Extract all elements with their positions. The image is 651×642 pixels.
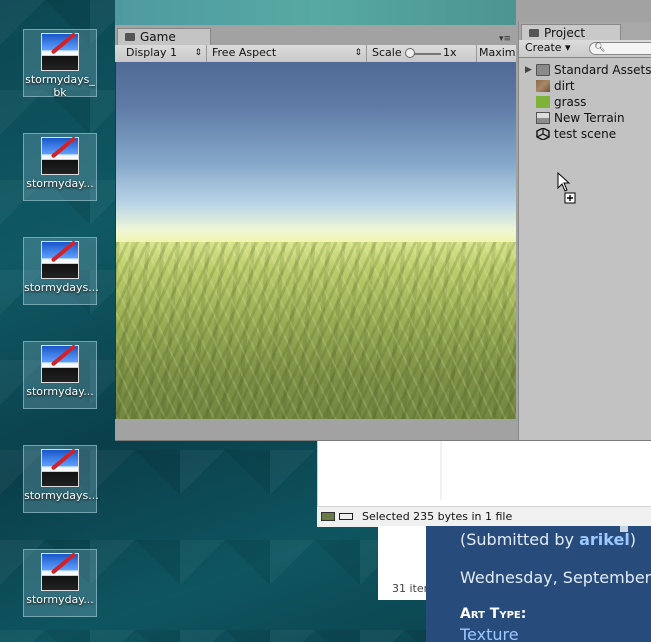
unity-scene-icon [536,128,550,140]
asset-name: Standard Assets [554,63,651,77]
project-search-input[interactable]: 🔍︎ [589,42,651,55]
items-count: 31 iter [392,582,429,595]
folder-icon [536,64,550,76]
post-date: Wednesday, September [460,568,651,587]
asset-item[interactable]: ▶ Standard Assets [519,62,651,78]
asset-item[interactable]: New Terrain [519,110,651,126]
paint-image-icon [41,344,79,383]
key-icon [339,513,353,520]
submitted-by: (Submitted by arikel) [460,530,637,549]
game-viewport[interactable] [115,62,516,419]
game-toolbar: Display 1 ⇕ Free Aspect ⇕ Scale 1x Maxim… [115,45,516,63]
paint-image-icon [41,552,79,591]
drag-copy-cursor-icon [557,171,581,208]
paint-image-icon [41,32,79,71]
folder-tab-icon [529,29,539,37]
asset-name: test scene [554,127,617,141]
desktop-icon-label: stormydays... [24,489,99,502]
display-dropdown[interactable]: Display 1 ⇕ [120,45,207,62]
texture-icon [536,80,550,92]
unity-editor-window: Game ▾≡ Display 1 ⇕ Free Aspect ⇕ Scale … [115,0,651,441]
desktop-icon-stormydays[interactable]: stormyday... [23,549,97,617]
art-type-link[interactable]: Texture [460,625,519,642]
project-asset-list: ▶ Standard Assets dirt grass New Terrain test… [519,62,651,142]
desktop-icon-label: bk [53,86,67,99]
project-toolbar: Create ▾ 🔍︎ [519,40,651,58]
desktop-icon-label: stormyday... [26,385,94,398]
paint-image-icon [41,240,79,279]
tab-menu-icon[interactable]: ▾≡ [499,34,511,44]
desktop-icon-stormydays[interactable]: stormyday... [23,133,97,201]
desktop-icon-label: stormyday... [26,177,94,190]
art-type-label: Art Type: [460,606,527,622]
desktop-icon-stormydays[interactable]: stormydays... [23,237,99,305]
tab-game[interactable]: Game [117,28,211,46]
maximize-on-play-toggle[interactable]: Maximi [477,45,516,62]
desktop-icon-stormydays[interactable]: stormydays_ bk [23,29,97,99]
asset-name: grass [554,95,587,109]
status-text: Selected 235 bytes in 1 file [362,510,513,523]
explorer-status-bar: Selected 235 bytes in 1 file [317,506,651,527]
asset-name: New Terrain [554,111,625,125]
asset-item[interactable]: dirt [519,78,651,94]
drive-icon [321,512,335,521]
explorer-items-panel: 31 iter [378,526,429,600]
dropdown-arrows-icon: ⇕ [194,48,202,58]
texture-icon [536,96,550,108]
desktop-icon-stormydays[interactable]: stormydays... [23,445,99,513]
asset-item[interactable]: test scene [519,126,651,142]
dropdown-arrows-icon: ⇕ [354,48,362,58]
desktop-icon-label: stormydays_ [25,73,95,86]
terrain-icon [536,112,550,124]
scale-slider-handle[interactable] [405,48,415,58]
grass-terrain [116,242,516,419]
tab-project[interactable]: Project [521,24,621,41]
project-panel: Project Create ▾ 🔍︎ ▶ Standard Assets dirt… [518,22,651,440]
asset-item[interactable]: grass [519,94,651,110]
create-button[interactable]: Create ▾ [525,40,571,56]
paint-image-icon [41,448,79,487]
sky [116,62,516,244]
game-controller-icon [125,33,135,41]
expand-arrow-icon[interactable]: ▶ [525,62,532,78]
desktop-icon-stormydays[interactable]: stormyday... [23,341,97,409]
search-icon: 🔍︎ [594,43,606,53]
paint-image-icon [41,136,79,175]
author-link[interactable]: arikel [579,530,630,549]
scene-view-strip [115,0,516,25]
web-page-panel: (Submitted by arikel) Wednesday, Septemb… [426,526,651,642]
asset-name: dirt [554,79,575,93]
aspect-dropdown[interactable]: Free Aspect ⇕ [207,45,367,62]
desktop-icon-label: stormydays... [24,281,99,294]
desktop-icon-label: stormyday... [26,593,94,606]
